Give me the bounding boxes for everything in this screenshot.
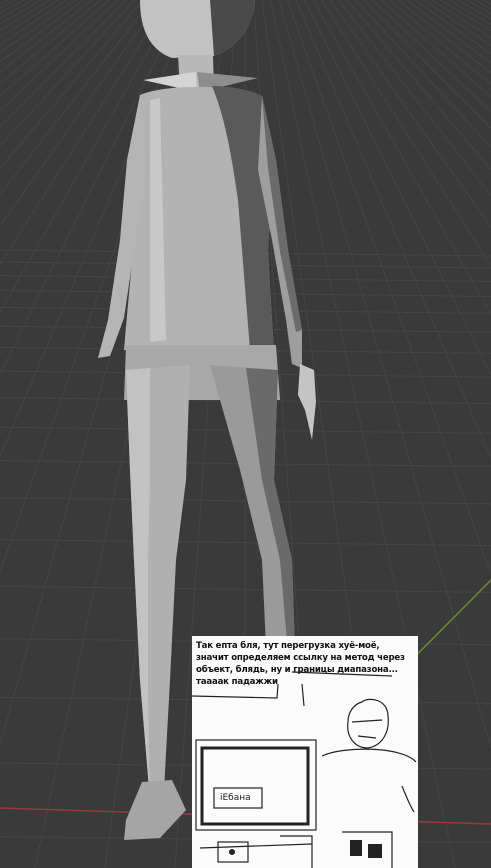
3d-viewport[interactable]: Так епта бля, тут перегрузка хуё-моё, зн… xyxy=(0,0,491,868)
comic-image-overlay: Так епта бля, тут перегрузка хуё-моё, зн… xyxy=(192,636,418,868)
comic-screen-text: іЕбана xyxy=(220,793,251,803)
comic-drawing xyxy=(192,671,417,868)
